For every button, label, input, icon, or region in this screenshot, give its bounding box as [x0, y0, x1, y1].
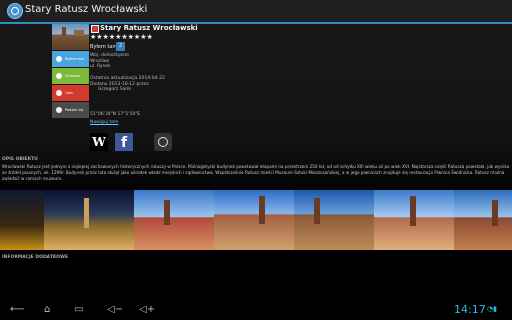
gallery-photo[interactable] [374, 190, 454, 250]
gallery-photo[interactable] [214, 190, 294, 250]
website-icon[interactable] [154, 133, 172, 151]
description-text: Wrocławski Ratusz jest jednym z najlepie… [2, 164, 510, 181]
wikipedia-icon[interactable]: W [90, 133, 108, 151]
description-button[interactable]: Opis [52, 85, 89, 101]
clock: 14:17 [454, 303, 486, 316]
gallery-photo[interactable] [454, 190, 512, 250]
last-updated: Ostatnia aktualizacja 2014-04-22 [90, 76, 165, 81]
description-heading: OPIS OBIEKTU [2, 157, 38, 162]
place-title: Stary Ratusz Wrocławski [100, 24, 198, 32]
info-icon [56, 90, 62, 96]
recent-apps-icon[interactable]: ▭ [74, 304, 83, 315]
status-icons: ◔▮ [487, 305, 497, 313]
facebook-icon[interactable]: f [115, 133, 133, 151]
additional-info-heading: INFORMACJE DODATKOWE [2, 255, 69, 260]
dates-info: Ostatnia aktualizacja 2014-04-22 Dodano … [90, 76, 165, 93]
gallery-photo[interactable] [0, 190, 44, 250]
share-button[interactable]: Podziel się [52, 102, 89, 118]
gallery-photo[interactable] [134, 190, 214, 250]
added-by-author: Grzegorz Sarik [98, 87, 132, 92]
address-street: ul. Rynek [90, 64, 111, 69]
been-there-button-label: Byłem tam [65, 57, 85, 61]
screen: Stary Ratusz Wrocławski Stary Ratusz Wro… [0, 0, 512, 320]
search-globe-icon[interactable] [7, 3, 23, 19]
photo-gallery[interactable] [0, 190, 512, 250]
favorite-button-label: Ulubione [65, 74, 81, 78]
rating-stars[interactable]: ★★★★★★★★★★ [90, 33, 153, 41]
check-icon [56, 56, 62, 62]
place-thumbnail[interactable] [52, 24, 89, 50]
been-there-label: Byłem tam [90, 44, 118, 50]
been-there-button[interactable]: Byłem tam [52, 51, 89, 67]
gallery-photo[interactable] [44, 190, 134, 250]
volume-up-icon[interactable]: ◁+ [139, 304, 155, 315]
battery-icon: ▮ [493, 305, 497, 313]
system-nav-bar: ⟵ ⌂ ▭ ◁− ◁+ [0, 300, 512, 320]
navigate-link[interactable]: Nawiguj tam [90, 120, 118, 125]
app-title: Stary Ratusz Wrocławski [25, 4, 148, 15]
share-button-label: Podziel się [65, 108, 84, 112]
action-bar: Stary Ratusz Wrocławski [0, 0, 512, 24]
favorite-button[interactable]: Ulubione [52, 68, 89, 84]
address-region: Woj. dolnośląskie [90, 53, 129, 58]
gallery-photo[interactable] [294, 190, 374, 250]
coordinates: 51°06'34"N 17°1'50"E [90, 112, 141, 117]
address: Woj. dolnośląskie Wrocław ul. Rynek [90, 53, 129, 70]
map-pin-icon [91, 25, 99, 33]
back-icon[interactable]: ⟵ [10, 304, 24, 315]
home-icon[interactable]: ⌂ [44, 304, 50, 315]
volume-down-icon[interactable]: ◁− [107, 304, 123, 315]
description-button-label: Opis [65, 91, 73, 95]
heart-icon [56, 73, 62, 79]
been-there-count: 2 [116, 42, 125, 51]
share-icon [56, 107, 62, 113]
